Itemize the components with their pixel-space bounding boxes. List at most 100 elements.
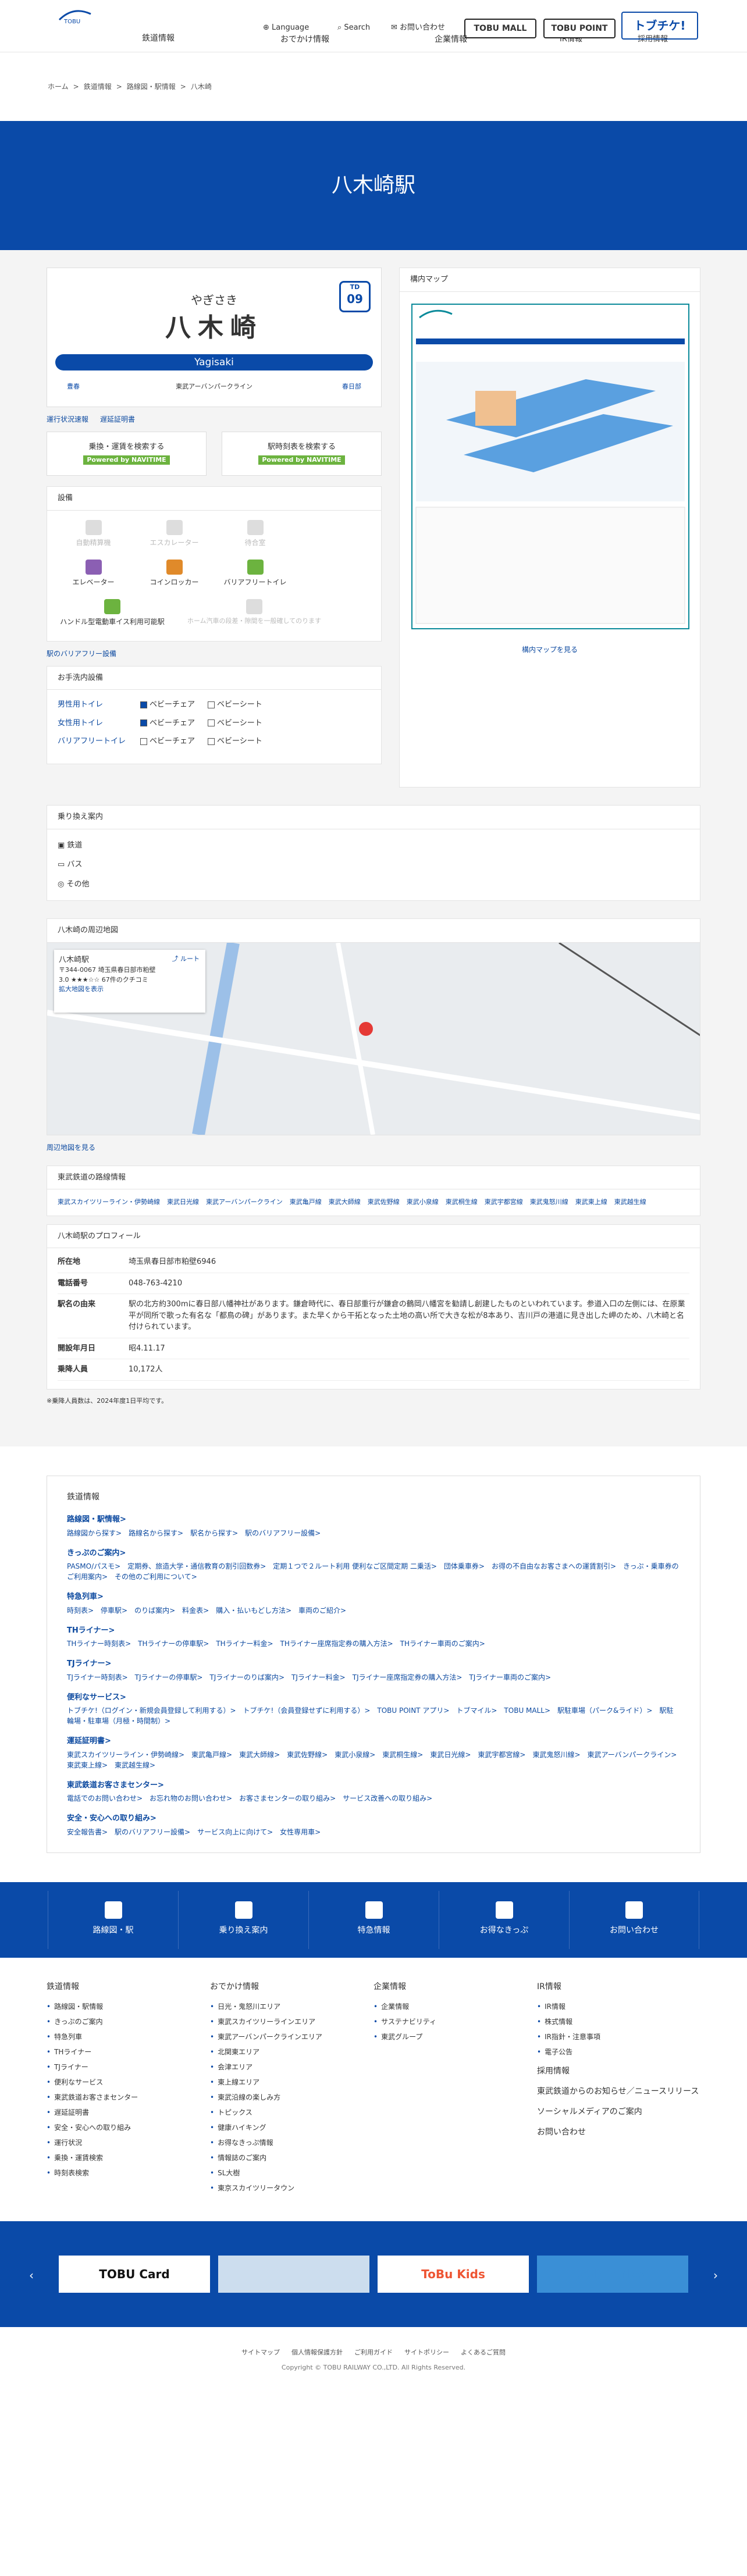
- nav-corporate[interactable]: 企業情報: [435, 34, 467, 46]
- sitemap-group-links[interactable]: 東武スカイツリーライン・伊勢崎線> 東武亀戸線> 東武大師線> 東武佐野線> 東…: [67, 1750, 684, 1770]
- footer-link[interactable]: 便利なサービス: [47, 2077, 210, 2087]
- footer-link[interactable]: 東武グループ: [374, 2032, 537, 2042]
- sitemap-group-links[interactable]: THライナー時刻表> THライナーの停車駅> THライナー料金> THライナー座…: [67, 1638, 680, 1649]
- tobu-point-button[interactable]: TOBU POINT: [543, 19, 616, 38]
- sitemap-group-links[interactable]: PASMO/パスモ> 定期券、旅造大学・通信教育の割引回数券> 定期１つで２ルー…: [67, 1561, 680, 1582]
- footer-extra-heading[interactable]: 採用情報: [537, 2065, 700, 2078]
- crumb-railway[interactable]: 鉄道情報: [84, 81, 112, 92]
- line-link[interactable]: 東武宇都宮線: [485, 1198, 523, 1207]
- tobuticket-button[interactable]: トブチケ!: [621, 12, 698, 40]
- search-button[interactable]: ⌕ Search: [337, 22, 370, 34]
- bottom-link[interactable]: ご利用ガイド: [354, 2349, 393, 2356]
- quick-link[interactable]: 特急情報: [308, 1890, 439, 1949]
- transfer-other[interactable]: ◎ その他: [58, 879, 689, 890]
- footer-link[interactable]: 株式情報: [537, 2016, 700, 2027]
- quick-link[interactable]: 路線図・駅: [48, 1890, 178, 1949]
- footer-link[interactable]: 路線図・駅情報: [47, 2001, 210, 2012]
- quick-link[interactable]: お得なきっぷ: [439, 1890, 569, 1949]
- footer-extra-heading[interactable]: ソーシャルメディアのご案内: [537, 2106, 700, 2118]
- line-link[interactable]: 東武桐生線: [446, 1198, 478, 1207]
- sitemap-group-heading[interactable]: 運延証明書>: [67, 1736, 680, 1747]
- footer-link[interactable]: 健康ハイキング: [210, 2122, 374, 2133]
- fare-search-button[interactable]: 乗換・運賃を検索する Powered by NAVITIME: [47, 432, 207, 476]
- footer-link[interactable]: 企業情報: [374, 2001, 537, 2012]
- delay-cert-link[interactable]: 遅延証明書: [100, 414, 135, 425]
- footer-link[interactable]: 東武アーバンパークラインエリア: [210, 2032, 374, 2042]
- footer-link[interactable]: 東武沿線の楽しみ方: [210, 2092, 374, 2103]
- banner-item[interactable]: ToBu Kids: [378, 2255, 529, 2293]
- footer-link[interactable]: 時刻表検索: [47, 2168, 210, 2178]
- banner-item[interactable]: Solaie Novi: [537, 2255, 688, 2293]
- carousel-prev-icon[interactable]: ‹: [29, 2267, 34, 2284]
- crumb-route-map[interactable]: 路線図・駅情報: [127, 81, 176, 92]
- footer-link[interactable]: トピックス: [210, 2107, 374, 2118]
- sitemap-group-links[interactable]: トブチケ!（ログイン・新規会員登録して利用する）> トブチケ!（会員登録せずに利…: [67, 1705, 680, 1726]
- sitemap-group-links[interactable]: TJライナー時刻表> TJライナーの停車駅> TJライナーのりば案内> TJライ…: [67, 1672, 680, 1683]
- footer-link[interactable]: SL大樹: [210, 2168, 374, 2178]
- route-button[interactable]: ⤴ ルート: [172, 954, 200, 964]
- sitemap-group-heading[interactable]: 便利なサービス>: [67, 1692, 680, 1704]
- bottom-link[interactable]: サイトポリシー: [404, 2349, 449, 2356]
- footer-link[interactable]: IR情報: [537, 2001, 700, 2012]
- footer-link[interactable]: 乗換・運賃検索: [47, 2153, 210, 2163]
- sitemap-group-heading[interactable]: THライナー>: [67, 1625, 680, 1637]
- footer-link[interactable]: IR指針・注意事項: [537, 2032, 700, 2042]
- tobu-logo[interactable]: TOBU: [56, 8, 94, 26]
- sitemap-group-heading[interactable]: 路線図・駅情報>: [67, 1514, 680, 1526]
- bottom-link[interactable]: よくあるご質問: [461, 2349, 506, 2356]
- sitemap-group-links[interactable]: 安全報告書> 駅のバリアフリー設備> サービス向上に向けて> 女性専用車>: [67, 1827, 680, 1837]
- nav-outing[interactable]: おでかけ情報: [280, 34, 329, 46]
- footer-column-title[interactable]: 鉄道情報: [47, 1981, 210, 1993]
- banner-item[interactable]: TOBU Card: [59, 2255, 210, 2293]
- google-map[interactable]: 八木崎駅 〒344-0067 埼玉県春日部市粕壁 3.0 ★★★☆☆ 67件のク…: [47, 942, 700, 1135]
- footer-link[interactable]: 東上線エリア: [210, 2077, 374, 2087]
- line-link[interactable]: 東武アーバンパークライン: [206, 1198, 283, 1207]
- footer-column-title[interactable]: IR情報: [537, 1981, 700, 1993]
- footer-link[interactable]: 東武鉄道お客さまセンター: [47, 2092, 210, 2103]
- footer-link[interactable]: 運行状況: [47, 2137, 210, 2148]
- line-link[interactable]: 東武東上線: [575, 1198, 607, 1207]
- line-link[interactable]: 東武亀戸線: [290, 1198, 322, 1207]
- footer-link[interactable]: 北関東エリア: [210, 2047, 374, 2057]
- sitemap-group-heading[interactable]: TJライナー>: [67, 1658, 680, 1670]
- bottom-link[interactable]: 個人情報保護方針: [291, 2349, 343, 2356]
- line-link[interactable]: 東武小泉線: [407, 1198, 439, 1207]
- quick-link[interactable]: 乗り換え案内: [178, 1890, 308, 1949]
- carousel-next-icon[interactable]: ›: [713, 2267, 718, 2284]
- footer-link[interactable]: 東武スカイツリーラインエリア: [210, 2016, 374, 2027]
- enlarge-map-link[interactable]: 拡大地図を表示: [59, 985, 104, 993]
- transfer-bus[interactable]: ▭ バス: [58, 859, 689, 871]
- footer-link[interactable]: 日光・鬼怒川エリア: [210, 2001, 374, 2012]
- language-button[interactable]: ⊕ Language: [263, 22, 309, 34]
- bottom-link[interactable]: サイトマップ: [241, 2349, 280, 2356]
- sitemap-group-heading[interactable]: きっぷのご案内>: [67, 1548, 680, 1559]
- footer-link[interactable]: 安全・安心への取り組み: [47, 2122, 210, 2133]
- footer-link[interactable]: 電子公告: [537, 2047, 700, 2057]
- footer-column-title[interactable]: 企業情報: [374, 1981, 537, 1993]
- footer-extra-heading[interactable]: 東武鉄道からのお知らせ／ニュースリリース: [537, 2086, 700, 2098]
- footer-link[interactable]: サステナビリティ: [374, 2016, 537, 2027]
- line-link[interactable]: 東武スカイツリーライン・伊勢崎線: [58, 1198, 160, 1207]
- timetable-search-button[interactable]: 駅時刻表を検索する Powered by NAVITIME: [222, 432, 382, 476]
- line-link[interactable]: 東武佐野線: [368, 1198, 400, 1207]
- sitemap-group-heading[interactable]: 安全・安心への取り組み>: [67, 1813, 680, 1825]
- footer-link[interactable]: 会津エリア: [210, 2062, 374, 2072]
- footer-link[interactable]: 情報誌のご案内: [210, 2153, 374, 2163]
- sitemap-group-links[interactable]: 電話でのお問い合わせ> お忘れ物のお問い合わせ> お客さまセンターの取り組み> …: [67, 1793, 680, 1804]
- line-link[interactable]: 東武越生線: [614, 1198, 646, 1207]
- footer-column-title[interactable]: おでかけ情報: [210, 1981, 374, 1993]
- nearby-map-link[interactable]: 周辺地図を見る: [47, 1142, 95, 1153]
- station-floor-map[interactable]: [411, 303, 689, 629]
- line-link[interactable]: 東武鬼怒川線: [530, 1198, 568, 1207]
- sitemap-group-links[interactable]: 時刻表> 停車駅> のりば案内> 料金表> 購入・払いもどし方法> 車両のご紹介…: [67, 1605, 680, 1616]
- transfer-rail[interactable]: ▣ 鉄道: [58, 840, 689, 851]
- line-link[interactable]: 東武日光線: [167, 1198, 199, 1207]
- nav-railway[interactable]: 鉄道情報: [142, 33, 175, 45]
- barrier-free-link[interactable]: 駅のバリアフリー設備: [47, 649, 116, 659]
- banner-item[interactable]: [218, 2255, 369, 2293]
- sitemap-group-links[interactable]: 路線図から探す> 路線名から探す> 駅名から探す> 駅のバリアフリー設備>: [67, 1528, 680, 1538]
- view-station-map-link[interactable]: 構内マップを見る: [522, 646, 578, 654]
- footer-link[interactable]: お得なきっぷ情報: [210, 2137, 374, 2148]
- sitemap-group-heading[interactable]: 東武鉄道お客さまセンター>: [67, 1780, 680, 1791]
- quick-link[interactable]: お問い合わせ: [569, 1890, 699, 1949]
